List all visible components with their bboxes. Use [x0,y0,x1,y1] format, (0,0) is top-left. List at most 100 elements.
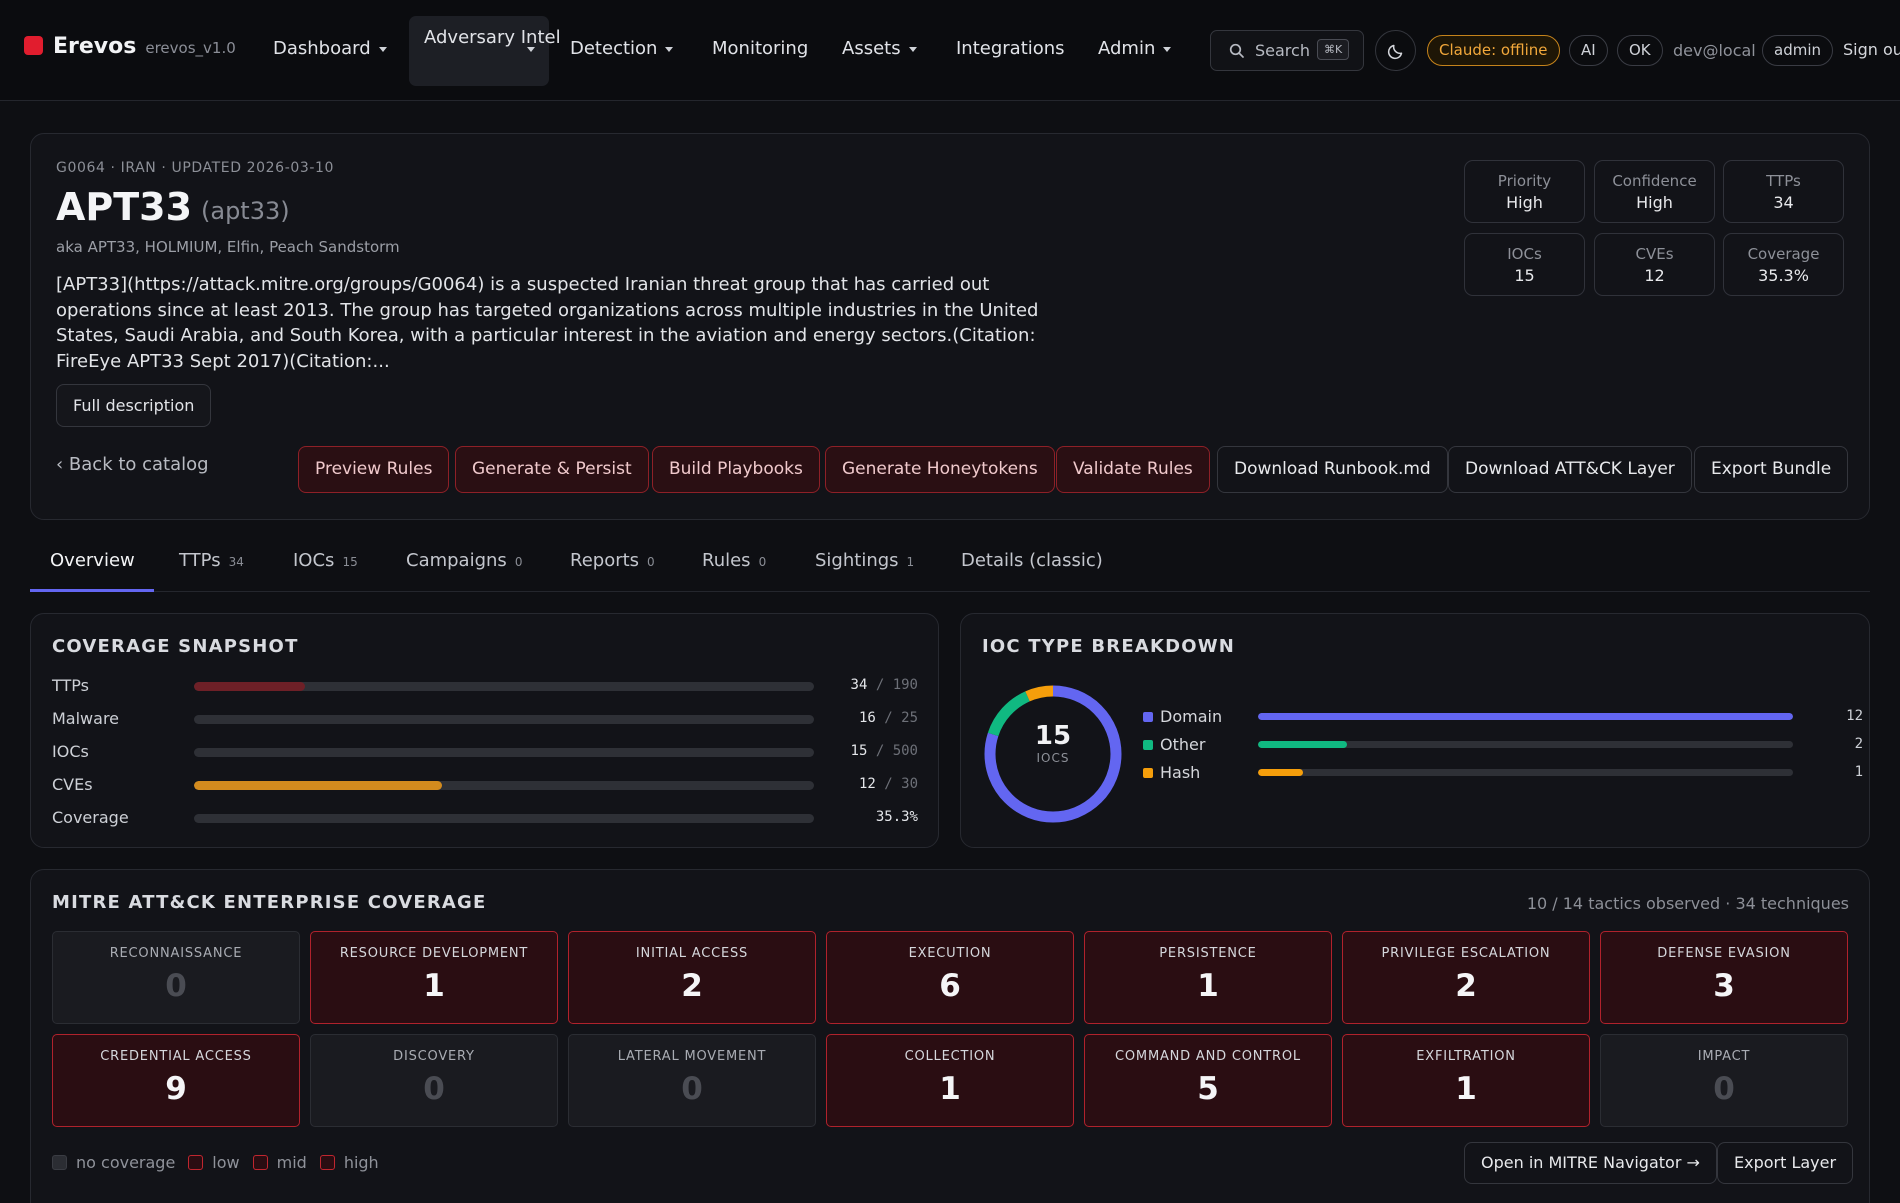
tactic-count: 0 [165,968,187,1004]
section-title: COVERAGE SNAPSHOT [52,636,299,657]
preview-rules-button[interactable]: Preview Rules [298,446,450,493]
generate-honeytokens-button[interactable]: Generate Honeytokens [825,446,1055,493]
tactic-name: PERSISTENCE [1159,946,1257,961]
nav-item-integrations[interactable]: Integrations [956,38,1065,59]
tactic-cell-privilege-escalation[interactable]: PRIVILEGE ESCALATION 2 [1342,931,1590,1024]
nav-item-admin[interactable]: Admin [1098,38,1172,59]
theme-toggle-button[interactable] [1375,30,1416,71]
ai-badge[interactable]: AI [1569,35,1608,66]
brand[interactable]: Erevos erevos_v1.0 [24,34,236,59]
open-mitre-navigator-button[interactable]: Open in MITRE Navigator → [1464,1142,1717,1184]
tactic-name: RESOURCE DEVELOPMENT [339,946,529,961]
coverage-row: TTPs 34 / 190 [52,676,922,696]
legend-item: mid [252,1153,307,1172]
download-attack-layer-button[interactable]: Download ATT&CK Layer [1448,446,1692,493]
nav-item-assets[interactable]: Assets [842,38,917,59]
tab-reports[interactable]: Reports 0 [570,550,655,571]
top-nav: Erevos erevos_v1.0 Dashboard Adversary I… [0,0,1900,101]
tactic-cell-persistence[interactable]: PERSISTENCE 1 [1084,931,1332,1024]
tactic-count: 0 [1713,1071,1735,1107]
coverage-label: IOCs [52,742,89,761]
tactic-cell-lateral-movement[interactable]: LATERAL MOVEMENT 0 [568,1034,816,1127]
brand-logo-icon [24,36,43,55]
tactic-cell-initial-access[interactable]: INITIAL ACCESS 2 [568,931,816,1024]
tab-sightings[interactable]: Sightings 1 [815,550,914,571]
build-playbooks-button[interactable]: Build Playbooks [652,446,820,493]
download-runbook-button[interactable]: Download Runbook.md [1217,446,1448,493]
tab-label: Reports [570,550,640,571]
legend-label: low [212,1153,240,1172]
tactic-count: 1 [1455,1071,1477,1107]
legend-swatch [188,1155,204,1170]
nav-item-label: Detection [570,38,658,59]
coverage-row: IOCs 15 / 500 [52,742,922,762]
chevron-down-icon [527,47,535,52]
tab-overview[interactable]: Overview [50,550,135,571]
coverage-legend: no coverage low mid high [52,1153,392,1172]
ioc-type-label: Domain [1160,707,1223,726]
nav-item-monitoring[interactable]: Monitoring [712,38,808,59]
back-to-catalog-link[interactable]: ‹ Back to catalog [56,454,209,475]
chevron-down-icon [908,46,917,52]
legend-swatch [52,1155,67,1170]
tab-count: 0 [514,555,523,569]
sign-out-link[interactable]: Sign ou [1843,40,1900,59]
legend-label: high [343,1153,379,1172]
tab-details-classic[interactable]: Details (classic) [961,550,1103,571]
page-title: APT33 [56,185,193,229]
tactic-name: IMPACT [1697,1049,1751,1064]
tactic-cell-impact[interactable]: IMPACT 0 [1600,1034,1848,1127]
tactic-cell-collection[interactable]: COLLECTION 1 [826,1034,1074,1127]
nav-item-dashboard[interactable]: Dashboard [273,38,387,59]
tactic-cell-execution[interactable]: EXECUTION 6 [826,931,1074,1024]
export-bundle-button[interactable]: Export Bundle [1694,446,1849,493]
current-user: dev@local [1673,41,1756,60]
tactic-name: DISCOVERY [393,1049,475,1064]
ioc-type-row: Hash 1 [1143,763,1863,783]
ioc-type-row: Domain 12 [1143,707,1863,727]
coverage-label: Malware [52,709,120,728]
tab-iocs[interactable]: IOCs 15 [293,550,358,571]
coverage-count: 12 [858,776,876,792]
stat-iocs: IOCs 15 [1464,233,1585,296]
tactic-name: CREDENTIAL ACCESS [100,1049,252,1064]
coverage-label: Coverage [52,808,129,827]
validate-rules-button[interactable]: Validate Rules [1056,446,1210,493]
tactic-cell-command-and-control[interactable]: COMMAND AND CONTROL 5 [1084,1034,1332,1127]
tactic-cell-reconnaissance[interactable]: RECONNAISSANCE 0 [52,931,300,1024]
coverage-value: 35.3% [876,809,918,825]
tactic-cell-resource-development[interactable]: RESOURCE DEVELOPMENT 1 [310,931,558,1024]
coverage-bar [194,715,814,724]
stat-value: 12 [1644,266,1665,285]
tactic-cell-credential-access[interactable]: CREDENTIAL ACCESS 9 [52,1034,300,1127]
stat-coverage: Coverage 35.3% [1723,233,1844,296]
generate-persist-button[interactable]: Generate & Persist [455,446,649,493]
tab-rules[interactable]: Rules 0 [702,550,766,571]
chevron-down-icon [665,46,674,52]
nav-item-label: Adversary Intel [424,27,561,48]
legend-swatch [1143,740,1153,750]
coverage-bar [194,682,814,691]
full-description-button[interactable]: Full description [56,384,212,427]
stat-label: Coverage [1747,245,1820,263]
export-layer-button[interactable]: Export Layer [1717,1142,1854,1184]
coverage-value: 12 / 30 [859,776,918,792]
tactic-cell-defense-evasion[interactable]: DEFENSE EVASION 3 [1600,931,1848,1024]
tactic-name: EXECUTION [908,946,992,961]
tab-count: 34 [228,555,244,569]
tactic-cell-discovery[interactable]: DISCOVERY 0 [310,1034,558,1127]
stat-label: Confidence [1612,172,1697,190]
tab-ttps[interactable]: TTPs 34 [179,550,244,571]
coverage-separator: / [884,710,893,726]
nav-item-detection[interactable]: Detection [570,38,674,59]
tab-count: 0 [758,555,767,569]
tab-campaigns[interactable]: Campaigns 0 [406,550,522,571]
tactic-cell-exfiltration[interactable]: EXFILTRATION 1 [1342,1034,1590,1127]
tactic-name: COMMAND AND CONTROL [1115,1049,1301,1064]
search-button[interactable]: Search ⌘K [1210,30,1364,71]
stat-value: 34 [1773,193,1794,212]
stat-priority: Priority High [1464,160,1585,223]
search-label: Search [1255,41,1310,60]
nav-item-adversary-intel[interactable]: Adversary Intel [409,16,561,86]
actor-description: [APT33](https://attack.mitre.org/groups/… [56,274,1039,372]
